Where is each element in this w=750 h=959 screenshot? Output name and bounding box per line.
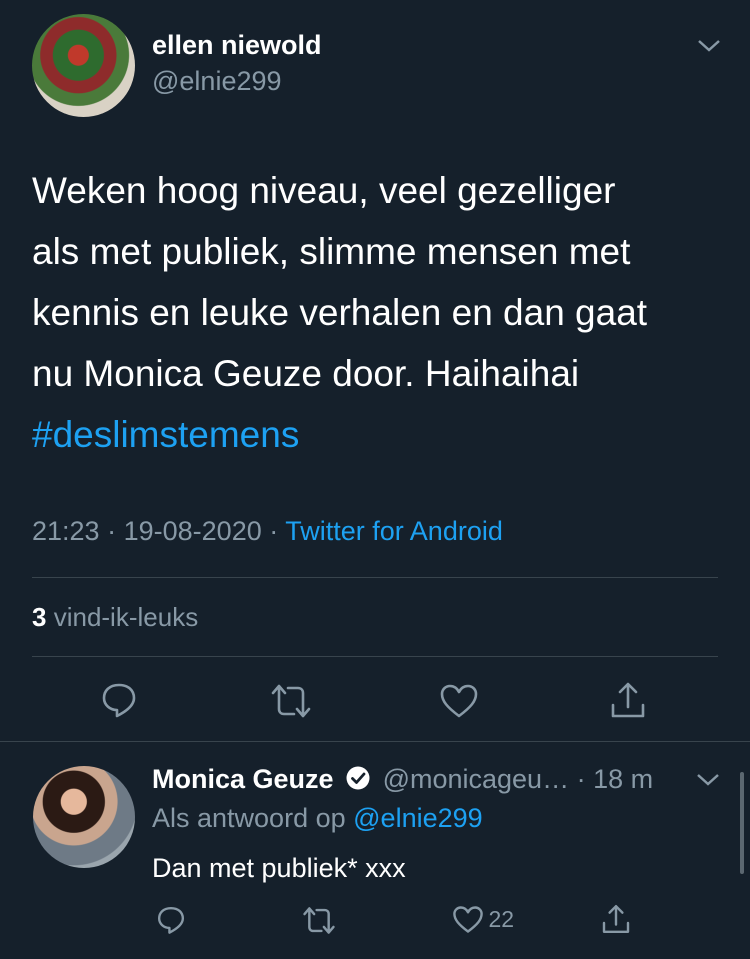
reply-author-avatar[interactable] [33, 766, 135, 868]
reply-age[interactable]: 18 m [593, 764, 653, 794]
heart-icon[interactable] [439, 683, 479, 719]
reply-separator: · [576, 764, 586, 794]
likes-count: 3 [32, 602, 47, 632]
author-display-name[interactable]: ellen niewold [152, 30, 322, 61]
reply-share-icon[interactable] [600, 903, 632, 935]
author-handle[interactable]: @elnie299 [152, 66, 282, 97]
tweet-text-line: kennis en leuke verhalen en dan gaat [32, 292, 648, 333]
retweet-icon[interactable] [270, 683, 312, 719]
reply-like-button[interactable]: 22 [452, 905, 514, 935]
author-avatar[interactable] [32, 14, 135, 117]
reply-text: Dan met publiek* xxx [152, 853, 406, 883]
reply-chevron-down-icon[interactable] [695, 770, 721, 790]
divider [32, 656, 718, 657]
tweet-text-line: als met publiek, slimme mensen met [32, 231, 631, 272]
scrollbar[interactable] [740, 772, 744, 874]
likes-summary[interactable]: 3 vind-ik-leuks [32, 602, 198, 633]
likes-label: vind-ik-leuks [53, 602, 199, 632]
reply-display-name[interactable]: Monica Geuze [152, 764, 334, 794]
reply-handle[interactable]: @monicageu… [383, 764, 570, 794]
reply-icon[interactable] [100, 681, 138, 719]
replying-to-handle[interactable]: @elnie299 [353, 803, 483, 833]
replying-to: Als antwoord op @elnie299 [152, 803, 483, 834]
verified-badge-icon [345, 765, 371, 798]
reply-like-count: 22 [488, 906, 515, 932]
divider [32, 577, 718, 578]
divider [0, 741, 750, 742]
tweet-text-line: Weken hoog niveau, veel gezelliger [32, 170, 616, 211]
tweet-text-line: nu Monica Geuze door. Haihaihai [32, 353, 580, 394]
share-icon[interactable] [608, 680, 648, 720]
tweet-time[interactable]: 21:23 [32, 516, 100, 546]
tweet-text: Weken hoog niveau, veel gezelliger als m… [32, 160, 732, 465]
reply-header: Monica Geuze @monicageu… · 18 m [152, 764, 653, 798]
replying-to-label: Als antwoord op [152, 803, 346, 833]
reply-heart-icon [452, 905, 484, 934]
tweet-source-link[interactable]: Twitter for Android [285, 516, 503, 546]
meta-separator: · [269, 516, 279, 546]
tweet-meta: 21:23 · 19-08-2020 · Twitter for Android [32, 516, 503, 547]
hashtag-link[interactable]: #deslimstemens [32, 404, 732, 465]
reply-retweet-icon[interactable] [302, 906, 336, 935]
meta-separator: · [107, 516, 117, 546]
tweet-date[interactable]: 19-08-2020 [124, 516, 262, 546]
reply-reply-icon[interactable] [156, 905, 186, 935]
chevron-down-icon[interactable] [696, 36, 722, 56]
